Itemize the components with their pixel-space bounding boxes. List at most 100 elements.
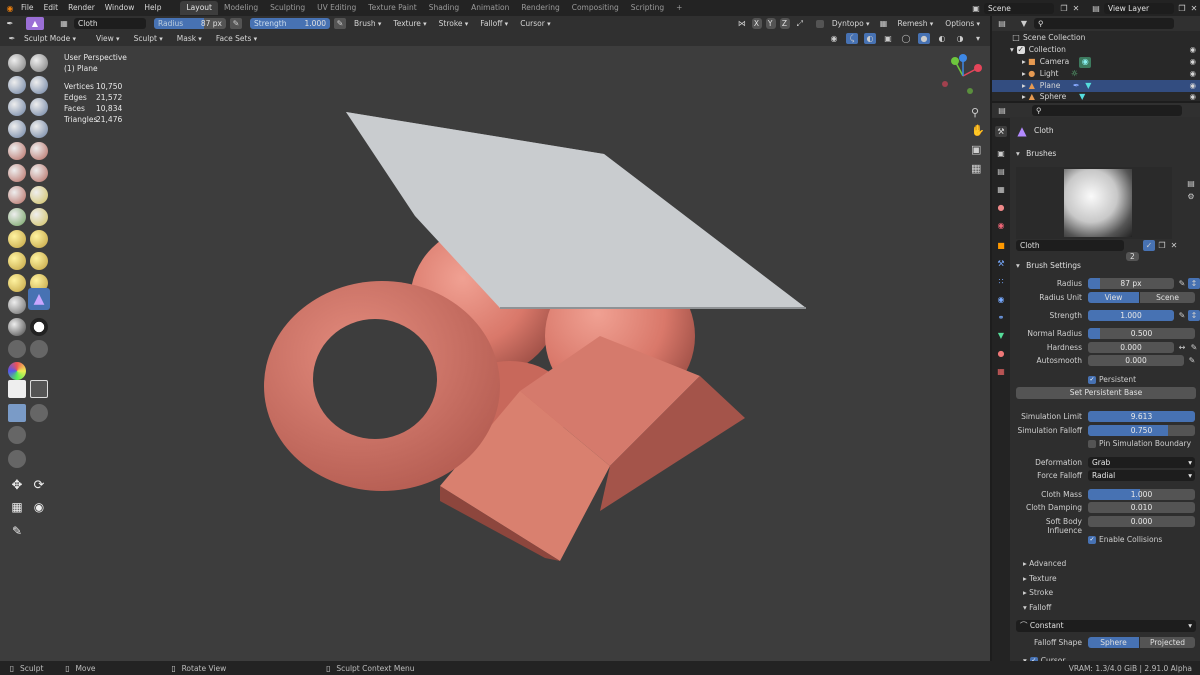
radius-field[interactable]: 87 px [1088, 278, 1174, 289]
outliner-editor-icon[interactable]: ▤ [996, 18, 1008, 29]
radius-unit-scene[interactable]: Scene [1140, 292, 1195, 303]
annotate-tool-icon[interactable]: ✎ [8, 522, 26, 540]
smooth-brush-icon[interactable] [30, 142, 48, 160]
scene-selector[interactable]: Scene [984, 2, 1054, 14]
pin-simulation-boundary-checkbox[interactable]: Pin Simulation Boundary [1088, 439, 1191, 448]
tab-shading[interactable]: Shading [423, 1, 465, 15]
gizmo-neg-x-ball[interactable] [942, 81, 948, 87]
falloff-shape-projected[interactable]: Projected [1140, 637, 1195, 648]
view-layer-selector[interactable]: View Layer [1104, 2, 1174, 14]
output-tab-icon[interactable]: ▤ [995, 166, 1007, 177]
tab-sculpting[interactable]: Sculpting [264, 1, 311, 15]
flatten-brush-icon[interactable] [8, 164, 26, 182]
constraints-tab-icon[interactable]: ⚭ [995, 312, 1007, 323]
properties-search-input[interactable]: ⚲ [1032, 104, 1182, 116]
tab-rendering[interactable]: Rendering [515, 1, 565, 15]
add-workspace-button[interactable]: + [670, 1, 688, 15]
mask-brush-icon[interactable] [30, 318, 48, 336]
clay-thumb-brush-icon[interactable] [8, 98, 26, 116]
camera-view-icon[interactable]: ▣ [971, 143, 981, 156]
texture-menu[interactable]: Texture [389, 18, 430, 30]
cloth-brush-icon[interactable]: ▲ [26, 17, 44, 30]
options-menu[interactable]: Options [941, 18, 984, 30]
cloth-brush-tool-icon[interactable]: ▲ [28, 288, 50, 310]
inflate-brush-icon[interactable] [8, 120, 26, 138]
menu-file[interactable]: File [16, 0, 39, 16]
dyntopo-checkbox[interactable] [815, 19, 824, 28]
brush-name-field[interactable]: Cloth [74, 18, 146, 29]
texture-tab-icon[interactable]: ▦ [995, 366, 1007, 377]
filter-icon[interactable]: ▼ [1018, 18, 1030, 29]
box-face-set-icon[interactable] [8, 404, 26, 422]
tab-texture-paint[interactable]: Texture Paint [362, 1, 422, 15]
disconnected-brush-icon[interactable] [30, 340, 48, 358]
navigation-gizmo[interactable] [942, 54, 982, 94]
hardness-invert-icon[interactable]: ↔ [1176, 342, 1188, 353]
texture-section-header[interactable]: ▸ Texture [1023, 574, 1057, 583]
zoom-icon[interactable]: ⚲ [971, 106, 979, 119]
menu-edit[interactable]: Edit [39, 0, 64, 16]
menu-render[interactable]: Render [63, 0, 100, 16]
brush-settings-icon[interactable]: ⚙ [1185, 191, 1197, 202]
menu-window[interactable]: Window [100, 0, 140, 16]
layer-brush-icon[interactable] [30, 98, 48, 116]
falloff-menu[interactable]: Falloff [476, 18, 512, 30]
tab-modeling[interactable]: Modeling [218, 1, 264, 15]
delete-scene-icon[interactable]: ✕ [1070, 3, 1082, 14]
strength-pen-icon[interactable]: ✎ [1176, 310, 1188, 321]
visibility-icon[interactable]: ◉ [828, 33, 840, 44]
persistent-checkbox[interactable]: ✓ Persistent [1088, 375, 1136, 384]
collection-checkbox[interactable]: ✓ [1016, 45, 1025, 54]
draw-sharp-brush-icon[interactable] [30, 54, 48, 72]
new-view-layer-icon[interactable]: ❐ [1176, 3, 1188, 14]
tab-compositing[interactable]: Compositing [566, 1, 625, 15]
strength-pressure-toggle[interactable]: ↕ [1188, 310, 1200, 321]
cloth-mass-field[interactable]: 1.000 [1088, 489, 1195, 500]
active-tool-icon[interactable]: ✒ [4, 18, 16, 29]
properties-editor-icon[interactable]: ▤ [996, 105, 1008, 116]
delete-view-layer-icon[interactable]: ✕ [1188, 3, 1200, 14]
radius-pressure-icon[interactable]: ✎ [230, 18, 242, 29]
hardness-pen-icon[interactable]: ✎ [1188, 342, 1200, 353]
plane-visibility-icon[interactable]: ◉ [1189, 80, 1196, 92]
world-tab-icon[interactable]: ◉ [995, 220, 1007, 231]
gizmo-x-ball[interactable] [974, 64, 982, 72]
collection-visibility-icon[interactable]: ◉ [1189, 44, 1196, 56]
outliner-scene-collection[interactable]: □ Scene Collection [992, 32, 1200, 44]
symmetry-lock-icon[interactable]: ⤢ [794, 18, 806, 29]
tab-uv-editing[interactable]: UV Editing [311, 1, 362, 15]
clay-brush-icon[interactable] [8, 76, 26, 94]
brush-datablock-field[interactable]: Cloth [1016, 240, 1124, 251]
set-persistent-base-button[interactable]: Set Persistent Base [1016, 387, 1196, 399]
cloth-damping-field[interactable]: 0.010 [1088, 502, 1195, 513]
simulation-falloff-field[interactable]: 0.750 [1088, 425, 1195, 436]
mode-selector[interactable]: Sculpt Mode [20, 33, 80, 45]
grab-brush-icon[interactable] [30, 208, 48, 226]
unlink-brush-icon[interactable]: ✕ [1168, 240, 1180, 251]
brushes-section-header[interactable]: ▾ Brushes [1016, 149, 1056, 158]
light-visibility-icon[interactable]: ◉ [1189, 68, 1196, 80]
draw-brush-icon[interactable] [8, 54, 26, 72]
autosmooth-field[interactable]: 0.000 [1088, 355, 1184, 366]
outliner-item-camera[interactable]: ▸ ■ Camera ◉ ◉ [992, 56, 1200, 68]
sculpt-menu[interactable]: Sculpt [130, 33, 167, 45]
advanced-section-header[interactable]: ▸ Advanced [1023, 559, 1066, 568]
solid-shading-icon[interactable]: ● [918, 33, 930, 44]
snake-hook-brush-icon[interactable] [30, 230, 48, 248]
tab-scripting[interactable]: Scripting [625, 1, 670, 15]
modifier-tab-icon[interactable]: ⚒ [995, 258, 1007, 269]
remesh-menu[interactable]: Remesh [893, 18, 937, 30]
brush-users-count[interactable]: 2 [1126, 252, 1139, 261]
soft-body-influence-field[interactable]: 0.000 [1088, 516, 1195, 527]
mask-menu[interactable]: Mask [173, 33, 206, 45]
tab-layout[interactable]: Layout [180, 1, 218, 15]
paint-brush-icon[interactable] [8, 362, 26, 380]
outliner-item-plane[interactable]: ▸ ▲ Plane ✒ ▼ ◉ [992, 80, 1200, 92]
slide-relax-brush-icon[interactable] [8, 296, 26, 314]
line-project-icon[interactable] [8, 426, 26, 444]
multiplane-scrape-brush-icon[interactable] [30, 186, 48, 204]
material-shading-icon[interactable]: ◐ [936, 33, 948, 44]
clay-strips-brush-icon[interactable] [30, 76, 48, 94]
tab-animation[interactable]: Animation [465, 1, 515, 15]
elastic-deform-brush-icon[interactable] [8, 230, 26, 248]
